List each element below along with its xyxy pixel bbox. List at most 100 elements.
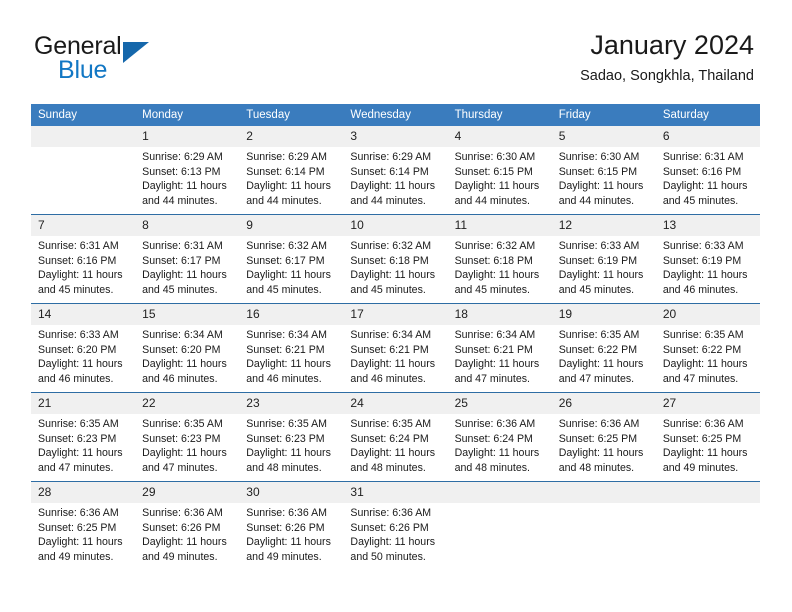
day-cell[interactable]: 18 Sunrise: 6:34 AM Sunset: 6:21 PM Dayl… <box>447 303 552 393</box>
sunrise-text: Sunrise: 6:36 AM <box>662 418 744 430</box>
day-number: 17 <box>343 304 448 325</box>
day-cell[interactable]: 20 Sunrise: 6:35 AM Sunset: 6:22 PM Dayl… <box>655 303 760 393</box>
sunset-text: Sunset: 6:19 PM <box>662 254 742 267</box>
day-cell[interactable]: 23 Sunrise: 6:35 AM Sunset: 6:23 PM Dayl… <box>239 392 344 482</box>
day-cell[interactable]: 24 Sunrise: 6:35 AM Sunset: 6:24 PM Dayl… <box>343 392 448 482</box>
daylight-text-line2: and 44 minutes. <box>350 194 426 207</box>
day-cell[interactable]: 1 Sunrise: 6:29 AM Sunset: 6:13 PM Dayli… <box>135 126 240 215</box>
day-number <box>31 126 136 147</box>
day-cell[interactable]: 6 Sunrise: 6:31 AM Sunset: 6:16 PM Dayli… <box>655 126 760 215</box>
sunset-text: Sunset: 6:21 PM <box>246 343 325 356</box>
sunset-text: Sunset: 6:25 PM <box>38 521 117 534</box>
day-details <box>448 503 552 506</box>
weekday-header-row: Sunday Monday Tuesday Wednesday Thursday… <box>31 104 760 126</box>
day-cell[interactable]: 7 Sunrise: 6:31 AM Sunset: 6:16 PM Dayli… <box>31 214 136 304</box>
sunset-text: Sunset: 6:19 PM <box>558 254 638 267</box>
sunrise-text: Sunrise: 6:35 AM <box>246 418 327 430</box>
day-details: Sunrise: 6:32 AM Sunset: 6:18 PM Dayligh… <box>343 236 447 297</box>
day-cell[interactable]: 4 Sunrise: 6:30 AM Sunset: 6:15 PM Dayli… <box>447 126 552 215</box>
day-cell[interactable]: 29 Sunrise: 6:36 AM Sunset: 6:26 PM Dayl… <box>135 481 240 570</box>
daylight-text-line2: and 50 minutes. <box>350 550 426 563</box>
daylight-text-line1: Daylight: 11 hours <box>38 447 123 460</box>
daylight-text-line2: and 46 minutes. <box>246 372 322 385</box>
day-details: Sunrise: 6:35 AM Sunset: 6:23 PM Dayligh… <box>31 414 135 475</box>
day-cell[interactable]: 15 Sunrise: 6:34 AM Sunset: 6:20 PM Dayl… <box>135 303 240 393</box>
daylight-text-line2: and 48 minutes. <box>454 461 530 474</box>
day-number: 19 <box>551 304 656 325</box>
daylight-text-line1: Daylight: 11 hours <box>38 536 123 549</box>
day-cell[interactable]: 22 Sunrise: 6:35 AM Sunset: 6:23 PM Dayl… <box>135 392 240 482</box>
day-details: Sunrise: 6:35 AM Sunset: 6:22 PM Dayligh… <box>656 325 760 386</box>
sunrise-text: Sunrise: 6:36 AM <box>454 418 536 430</box>
daylight-text-line1: Daylight: 11 hours <box>350 180 436 193</box>
day-cell[interactable]: 25 Sunrise: 6:36 AM Sunset: 6:24 PM Dayl… <box>447 392 552 482</box>
weekday-header-wednesday: Wednesday <box>343 104 448 126</box>
day-cell[interactable]: 12 Sunrise: 6:33 AM Sunset: 6:19 PM Dayl… <box>551 214 656 304</box>
daylight-text-line1: Daylight: 11 hours <box>142 536 227 549</box>
day-number: 10 <box>343 215 448 236</box>
sunset-text: Sunset: 6:16 PM <box>38 254 117 267</box>
daylight-text-line1: Daylight: 11 hours <box>662 180 748 193</box>
logo-text-blue: Blue <box>58 56 108 84</box>
day-number: 28 <box>31 482 136 503</box>
day-cell <box>551 481 656 570</box>
day-cell[interactable]: 14 Sunrise: 6:33 AM Sunset: 6:20 PM Dayl… <box>31 303 136 393</box>
daylight-text-line1: Daylight: 11 hours <box>142 180 227 193</box>
day-cell[interactable]: 11 Sunrise: 6:32 AM Sunset: 6:18 PM Dayl… <box>447 214 552 304</box>
day-cell[interactable]: 17 Sunrise: 6:34 AM Sunset: 6:21 PM Dayl… <box>343 303 448 393</box>
daylight-text-line2: and 49 minutes. <box>662 461 739 474</box>
day-cell[interactable]: 28 Sunrise: 6:36 AM Sunset: 6:25 PM Dayl… <box>31 481 136 570</box>
sunrise-text: Sunrise: 6:35 AM <box>142 418 223 430</box>
day-cell[interactable]: 13 Sunrise: 6:33 AM Sunset: 6:19 PM Dayl… <box>655 214 760 304</box>
day-details: Sunrise: 6:33 AM Sunset: 6:19 PM Dayligh… <box>552 236 656 297</box>
daylight-text-line2: and 48 minutes. <box>246 461 322 474</box>
day-details: Sunrise: 6:35 AM Sunset: 6:24 PM Dayligh… <box>343 414 447 475</box>
day-cell[interactable]: 26 Sunrise: 6:36 AM Sunset: 6:25 PM Dayl… <box>551 392 656 482</box>
daylight-text-line1: Daylight: 11 hours <box>350 269 436 282</box>
day-number: 14 <box>31 304 136 325</box>
daylight-text-line2: and 45 minutes. <box>38 283 114 296</box>
day-details: Sunrise: 6:36 AM Sunset: 6:25 PM Dayligh… <box>656 414 760 475</box>
day-cell[interactable]: 8 Sunrise: 6:31 AM Sunset: 6:17 PM Dayli… <box>135 214 240 304</box>
day-details: Sunrise: 6:36 AM Sunset: 6:25 PM Dayligh… <box>552 414 656 475</box>
weekday-header-thursday: Thursday <box>447 104 552 126</box>
daylight-text-line1: Daylight: 11 hours <box>662 447 748 460</box>
sunset-text: Sunset: 6:17 PM <box>246 254 325 267</box>
daylight-text-line1: Daylight: 11 hours <box>454 447 540 460</box>
day-cell[interactable]: 3 Sunrise: 6:29 AM Sunset: 6:14 PM Dayli… <box>343 126 448 215</box>
day-cell[interactable]: 27 Sunrise: 6:36 AM Sunset: 6:25 PM Dayl… <box>655 392 760 482</box>
day-number: 3 <box>343 126 448 147</box>
daylight-text-line2: and 47 minutes. <box>454 372 530 385</box>
logo-triangle-icon <box>123 42 149 63</box>
day-number: 30 <box>239 482 344 503</box>
day-details: Sunrise: 6:35 AM Sunset: 6:22 PM Dayligh… <box>552 325 656 386</box>
day-cell[interactable]: 5 Sunrise: 6:30 AM Sunset: 6:15 PM Dayli… <box>551 126 656 215</box>
sunset-text: Sunset: 6:26 PM <box>350 521 429 534</box>
day-cell[interactable]: 30 Sunrise: 6:36 AM Sunset: 6:26 PM Dayl… <box>239 481 344 570</box>
daylight-text-line2: and 45 minutes. <box>142 283 218 296</box>
day-cell[interactable]: 2 Sunrise: 6:29 AM Sunset: 6:14 PM Dayli… <box>239 126 344 215</box>
sunset-text: Sunset: 6:23 PM <box>38 432 117 445</box>
day-number: 9 <box>239 215 344 236</box>
sunset-text: Sunset: 6:14 PM <box>350 165 429 178</box>
daylight-text-line1: Daylight: 11 hours <box>662 269 748 282</box>
day-cell[interactable]: 9 Sunrise: 6:32 AM Sunset: 6:17 PM Dayli… <box>239 214 344 304</box>
day-details <box>552 503 656 506</box>
day-details: Sunrise: 6:36 AM Sunset: 6:26 PM Dayligh… <box>135 503 239 564</box>
day-details <box>31 147 135 150</box>
daylight-text-line2: and 46 minutes. <box>142 372 218 385</box>
daylight-text-line2: and 46 minutes. <box>350 372 426 385</box>
day-cell[interactable]: 16 Sunrise: 6:34 AM Sunset: 6:21 PM Dayl… <box>239 303 344 393</box>
day-number: 13 <box>655 215 760 236</box>
day-cell[interactable]: 31 Sunrise: 6:36 AM Sunset: 6:26 PM Dayl… <box>343 481 448 570</box>
daylight-text-line1: Daylight: 11 hours <box>558 269 644 282</box>
day-details: Sunrise: 6:34 AM Sunset: 6:21 PM Dayligh… <box>343 325 447 386</box>
sunset-text: Sunset: 6:24 PM <box>350 432 429 445</box>
sunrise-text: Sunrise: 6:35 AM <box>662 329 744 341</box>
day-cell[interactable]: 10 Sunrise: 6:32 AM Sunset: 6:18 PM Dayl… <box>343 214 448 304</box>
page-header: General Blue January 2024 Sadao, Songkhl… <box>0 0 792 104</box>
sunset-text: Sunset: 6:23 PM <box>246 432 325 445</box>
day-cell[interactable]: 19 Sunrise: 6:35 AM Sunset: 6:22 PM Dayl… <box>551 303 656 393</box>
day-cell[interactable]: 21 Sunrise: 6:35 AM Sunset: 6:23 PM Dayl… <box>31 392 136 482</box>
sunset-text: Sunset: 6:18 PM <box>454 254 533 267</box>
